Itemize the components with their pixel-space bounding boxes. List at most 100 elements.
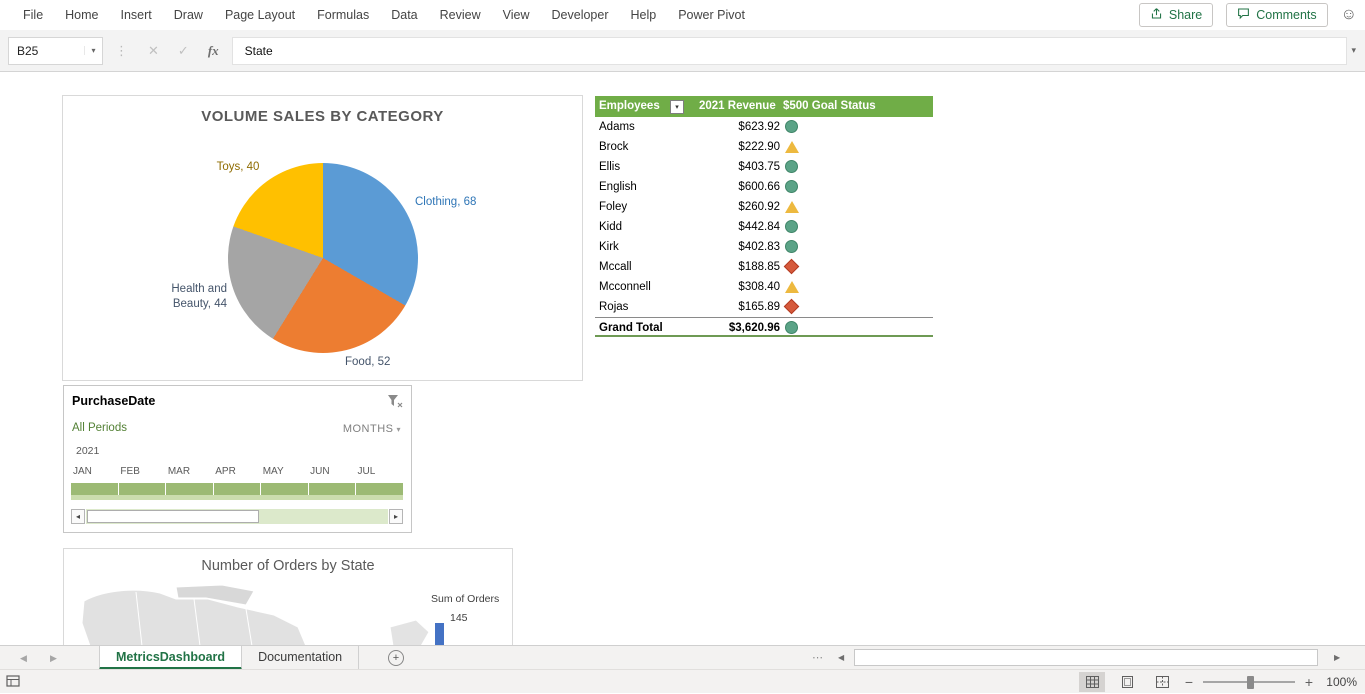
orders-chart-card[interactable]: Number of Orders by State Sum of Orders … [63, 548, 513, 645]
timeline-scroll-track[interactable] [86, 508, 388, 524]
comments-icon [1237, 7, 1250, 23]
status-icon [785, 160, 798, 173]
ribbon-tab-review[interactable]: Review [429, 0, 492, 30]
insert-function-icon[interactable]: fx [208, 43, 219, 59]
normal-view-button[interactable] [1079, 672, 1105, 692]
name-box-dropdown-icon[interactable]: ▾ [84, 46, 102, 55]
ribbon-tab-page-layout[interactable]: Page Layout [214, 0, 306, 30]
ribbon-tab-power-pivot[interactable]: Power Pivot [667, 0, 756, 30]
zoom-out-button[interactable]: − [1184, 672, 1194, 692]
formula-input[interactable]: State [231, 36, 1348, 65]
timeline-slicer[interactable]: PurchaseDate All Periods MONTHS ▾ 2021 JA… [63, 385, 412, 533]
cancel-entry-icon[interactable]: ✕ [148, 43, 159, 59]
zoom-slider[interactable] [1203, 672, 1295, 692]
tab-area-splitter-icon[interactable]: ⋯ [812, 646, 823, 670]
formula-value: State [244, 43, 273, 58]
clear-filter-icon[interactable] [387, 394, 403, 409]
timeline-month-label: JUL [357, 466, 376, 477]
expand-formula-bar-icon[interactable]: ▾ [1351, 45, 1356, 56]
ribbon-tab-file[interactable]: File [12, 0, 54, 30]
timeline-level-dropdown[interactable]: MONTHS ▾ [343, 423, 401, 435]
ribbon-tab-view[interactable]: View [492, 0, 541, 30]
timeline-scroll-right-icon[interactable]: ▸ [389, 508, 403, 524]
share-icon [1150, 7, 1163, 23]
timeline-month-bar[interactable] [261, 483, 308, 495]
status-bar: − + 100% [0, 669, 1365, 693]
name-box[interactable]: B25 ▾ [8, 36, 103, 65]
timeline-month-bar[interactable] [213, 483, 261, 495]
ribbon-tab-data[interactable]: Data [380, 0, 428, 30]
table-row[interactable]: Kirk $402.83 [595, 237, 933, 257]
pie-graphic[interactable] [228, 163, 418, 353]
timeline-scroll-thumb[interactable] [87, 509, 259, 523]
confirm-entry-icon[interactable]: ✓ [178, 43, 189, 59]
timeline-month-label: MAY [262, 466, 284, 477]
page-break-view-button[interactable] [1149, 672, 1175, 692]
table-row[interactable]: Brock $222.90 [595, 137, 933, 157]
timeline-month-labels: JAN FEB MAR APR MAY JUN JUL [71, 466, 403, 480]
feedback-smiley-icon[interactable]: ☺ [1341, 3, 1357, 27]
ribbon-tab-draw[interactable]: Draw [163, 0, 214, 30]
timeline-month-bar[interactable] [308, 483, 356, 495]
share-button[interactable]: Share [1138, 3, 1214, 27]
table-row[interactable]: Adams $623.92 [595, 117, 933, 137]
table-row[interactable]: Foley $260.92 [595, 197, 933, 217]
macro-record-icon[interactable] [6, 675, 20, 693]
pie-chart-title: VOLUME SALES BY CATEGORY [201, 108, 444, 125]
us-map-graphic [76, 584, 436, 645]
status-icon [785, 201, 799, 213]
orders-axis-label: Sum of Orders [431, 593, 500, 605]
status-icon [785, 141, 799, 153]
table-row[interactable]: Rojas $165.89 [595, 297, 933, 317]
horizontal-scrollbar[interactable] [852, 649, 1328, 666]
status-icon [785, 120, 798, 133]
ribbon-tab-insert[interactable]: Insert [110, 0, 163, 30]
timeline-month-bar[interactable] [71, 483, 118, 495]
page-layout-view-button[interactable] [1114, 672, 1140, 692]
new-sheet-button[interactable]: + [388, 650, 404, 666]
zoom-level-label[interactable]: 100% [1323, 675, 1359, 689]
share-label: Share [1168, 8, 1203, 22]
header-goal-status: $500 Goal Status [783, 100, 876, 112]
zoom-slider-thumb[interactable] [1247, 676, 1254, 689]
timeline-month-label: FEB [120, 466, 140, 477]
timeline-title: PurchaseDate [72, 394, 156, 408]
timeline-month-bar[interactable] [356, 483, 404, 495]
ribbon-tab-developer[interactable]: Developer [541, 0, 620, 30]
status-icon [785, 220, 798, 233]
timeline-month-label: JAN [73, 466, 92, 477]
hscroll-left-icon[interactable]: ◀ [838, 646, 844, 670]
employees-filter-button[interactable]: ▾ [670, 100, 684, 114]
table-row[interactable]: Mccall $188.85 [595, 257, 933, 277]
orders-bar [435, 623, 444, 645]
timeline-year-label: 2021 [76, 445, 100, 457]
timeline-scroll-left-icon[interactable]: ◂ [71, 508, 85, 524]
timeline-scrollbar: ◂ ▸ [71, 508, 403, 524]
sheet-canvas[interactable]: VOLUME SALES BY CATEGORY Clothing, 68 Fo… [0, 72, 1365, 645]
status-icon [783, 298, 800, 315]
status-icon [785, 180, 798, 193]
sheet-nav-next-icon[interactable]: ▶ [50, 646, 57, 670]
header-revenue: 2021 Revenue [699, 100, 776, 112]
horizontal-scrollbar-thumb[interactable] [854, 649, 1318, 666]
comments-button[interactable]: Comments [1226, 3, 1328, 27]
zoom-in-button[interactable]: + [1304, 672, 1314, 692]
sheet-tab-metricsdashboard[interactable]: MetricsDashboard [99, 646, 243, 670]
sheet-nav-prev-icon[interactable]: ◀ [20, 646, 27, 670]
table-row[interactable]: Mcconnell $308.40 [595, 277, 933, 297]
grand-total-row[interactable]: Grand Total $3,620.96 [595, 317, 933, 337]
table-row[interactable]: Ellis $403.75 [595, 157, 933, 177]
formula-bar-handle-icon: ⋮ [115, 42, 128, 58]
pie-chart-card[interactable]: VOLUME SALES BY CATEGORY Clothing, 68 Fo… [62, 95, 583, 381]
table-row[interactable]: English $600.66 [595, 177, 933, 197]
ribbon-tab-help[interactable]: Help [620, 0, 668, 30]
timeline-month-bar[interactable] [166, 483, 213, 495]
ribbon-tab-formulas[interactable]: Formulas [306, 0, 380, 30]
sheet-tab-documentation[interactable]: Documentation [242, 646, 360, 670]
table-row[interactable]: Kidd $442.84 [595, 217, 933, 237]
timeline-month-label: MAR [167, 466, 191, 477]
timeline-month-bar[interactable] [118, 483, 166, 495]
hscroll-right-icon[interactable]: ▶ [1334, 646, 1340, 670]
ribbon-tab-home[interactable]: Home [54, 0, 109, 30]
pie-label-food: Food, 52 [345, 356, 391, 368]
